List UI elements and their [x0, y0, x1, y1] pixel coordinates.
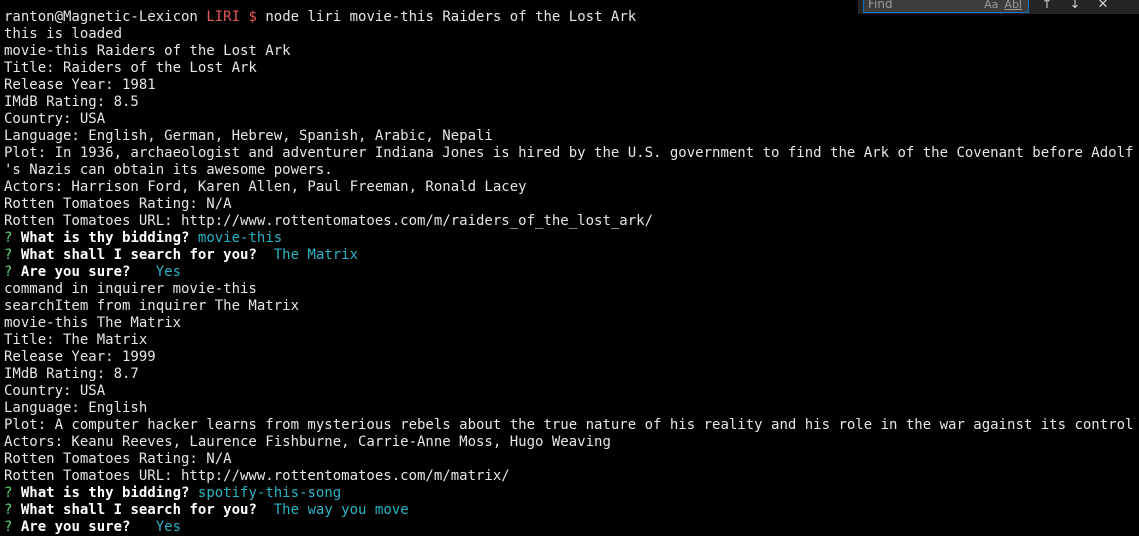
- answer-text: The Matrix: [265, 247, 359, 263]
- question-mark: ?: [4, 230, 13, 246]
- inquirer-line: ? Are you sure? Yes: [4, 264, 1135, 281]
- output-line: command in inquirer movie-this: [4, 281, 257, 297]
- output-line: this is loaded: [4, 26, 123, 42]
- answer-text: The way you move: [265, 502, 409, 518]
- output-line: 's Nazis can obtain its awesome powers.: [4, 162, 333, 178]
- output-line: Language: English: [4, 400, 148, 416]
- output-line: Actors: Harrison Ford, Karen Allen, Paul…: [4, 179, 527, 195]
- output-line: Title: The Matrix: [4, 332, 148, 348]
- output-line: Plot: In 1936, archaeologist and adventu…: [4, 145, 1135, 161]
- arrow-down-icon[interactable]: ↓: [1065, 0, 1085, 13]
- output-line: movie-this Raiders of the Lost Ark: [4, 43, 291, 59]
- output-line: movie-this The Matrix: [4, 315, 182, 331]
- inquirer-line: ? What is thy bidding? spotify-this-song: [4, 485, 1135, 502]
- output-line: Actors: Keanu Reeves, Laurence Fishburne…: [4, 434, 611, 450]
- output-line: Release Year: 1981: [4, 77, 156, 93]
- output-line: IMdB Rating: 8.7: [4, 366, 139, 382]
- find-widget: Find Aa Abl ↑ ↓ ✕: [858, 0, 1139, 14]
- terminal-output[interactable]: ranton@Magnetic-Lexicon LIRI $ node liri…: [4, 9, 1135, 535]
- output-line: IMdB Rating: 8.5: [4, 94, 139, 110]
- inquirer-line: ? What shall I search for you? The way y…: [4, 502, 1135, 519]
- prompt-symbol: $: [248, 9, 257, 25]
- question-mark: ?: [4, 519, 13, 535]
- output-line: Country: USA: [4, 383, 106, 399]
- inquirer-line: ? What shall I search for you? The Matri…: [4, 247, 1135, 264]
- question-text: What is thy bidding?: [20, 485, 190, 501]
- question-text: What shall I search for you?: [20, 247, 257, 263]
- arrow-up-icon[interactable]: ↑: [1037, 0, 1057, 13]
- output-line: Rotten Tomatoes Rating: N/A: [4, 451, 232, 467]
- whole-word-toggle[interactable]: Abl: [1004, 0, 1022, 11]
- answer-text: spotify-this-song: [197, 485, 342, 501]
- prompt-user-host: ranton@Magnetic-Lexicon: [4, 9, 198, 25]
- question-mark: ?: [4, 264, 13, 280]
- output-line: Title: Raiders of the Lost Ark: [4, 60, 257, 76]
- question-text: Are you sure?: [20, 264, 131, 280]
- inquirer-line: ? What is thy bidding? movie-this: [4, 230, 1135, 247]
- inquirer-line: ? Are you sure? Yes: [4, 519, 1135, 536]
- output-line: Rotten Tomatoes URL: http://www.rottento…: [4, 468, 510, 484]
- question-text: Are you sure?: [20, 519, 131, 535]
- question-mark: ?: [4, 502, 13, 518]
- question-text: What is thy bidding?: [20, 230, 190, 246]
- close-icon[interactable]: ✕: [1093, 0, 1113, 13]
- find-placeholder: Find: [868, 0, 893, 11]
- answer-text: movie-this: [197, 230, 283, 246]
- match-case-toggle[interactable]: Aa: [984, 0, 998, 11]
- output-line: searchItem from inquirer The Matrix: [4, 298, 300, 314]
- output-line: Rotten Tomatoes Rating: N/A: [4, 196, 232, 212]
- prompt-directory: LIRI: [206, 9, 241, 25]
- command-text: node liri movie-this Raiders of the Lost…: [265, 9, 637, 25]
- question-mark: ?: [4, 485, 13, 501]
- output-line: Plot: A computer hacker learns from myst…: [4, 417, 1135, 433]
- find-input[interactable]: Find Aa Abl: [863, 0, 1029, 13]
- output-line: Language: English, German, Hebrew, Spani…: [4, 128, 493, 144]
- answer-text: Yes: [138, 519, 182, 535]
- output-line: Country: USA: [4, 111, 106, 127]
- answer-text: Yes: [138, 264, 182, 280]
- question-text: What shall I search for you?: [20, 502, 257, 518]
- question-mark: ?: [4, 247, 13, 263]
- output-line: Rotten Tomatoes URL: http://www.rottento…: [4, 213, 654, 229]
- output-line: Release Year: 1999: [4, 349, 156, 365]
